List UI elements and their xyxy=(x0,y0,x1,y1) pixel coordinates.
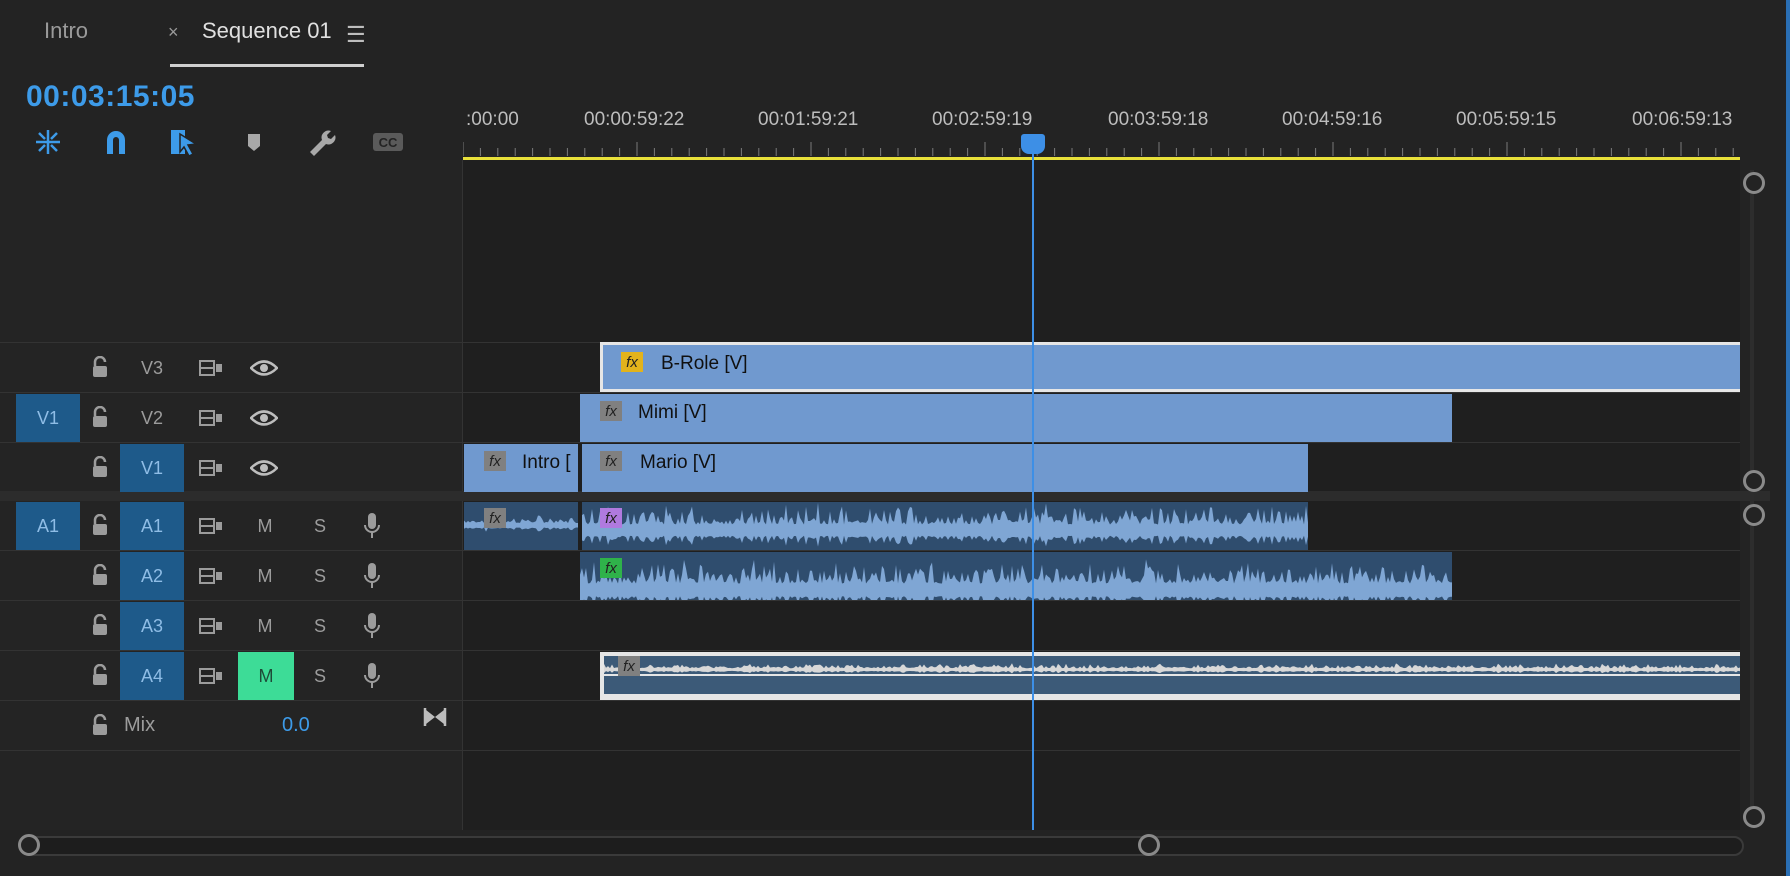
solo-button[interactable]: S xyxy=(300,552,340,600)
ruler-label: 00:04:59:16 xyxy=(1282,109,1383,130)
microphone-icon[interactable] xyxy=(358,610,386,642)
ruler-label: 00:03:59:18 xyxy=(1108,109,1209,130)
sync-lock-icon[interactable] xyxy=(196,514,226,538)
lock-icon[interactable] xyxy=(86,610,114,640)
track-v1-toggle[interactable]: V1 xyxy=(120,444,184,492)
video-scroll-top-handle[interactable] xyxy=(1743,172,1765,194)
lock-icon[interactable] xyxy=(86,660,114,690)
ruler-label: 00:06:59:13 xyxy=(1632,109,1733,130)
active-tab-indicator xyxy=(170,64,364,67)
eye-visibility-icon[interactable] xyxy=(248,406,280,430)
fx-badge-icon: fx xyxy=(600,558,622,578)
track-a2-toggle[interactable]: A2 xyxy=(120,552,184,600)
fx-badge-icon: fx xyxy=(600,451,622,471)
track-v3-toggle[interactable]: V3 xyxy=(120,344,184,392)
mix-label: Mix xyxy=(124,714,156,736)
clip-mario[interactable]: fx Mario [V] xyxy=(582,444,1308,492)
clip-label: Mimi [V] xyxy=(638,402,707,423)
ruler-label: 00:05:59:15 xyxy=(1456,109,1557,130)
mute-button[interactable]: M xyxy=(238,602,292,650)
fx-badge-icon: fx xyxy=(484,451,506,471)
tab-intro[interactable]: Intro xyxy=(44,18,88,44)
lock-icon[interactable] xyxy=(86,452,114,482)
clip-intro[interactable]: fx Intro [ xyxy=(464,444,578,492)
source-patch-v1[interactable]: V1 xyxy=(16,394,80,442)
solo-button[interactable]: S xyxy=(300,502,340,550)
add-marker-icon[interactable] xyxy=(238,126,270,158)
playhead-line[interactable] xyxy=(1032,140,1034,830)
eye-visibility-icon[interactable] xyxy=(248,356,280,380)
sync-lock-icon[interactable] xyxy=(196,406,226,430)
clip-label: Intro [ xyxy=(522,452,571,473)
sync-lock-icon[interactable] xyxy=(196,356,226,380)
mute-button[interactable]: M xyxy=(238,552,292,600)
solo-button[interactable]: S xyxy=(300,652,340,700)
clip-b-role[interactable]: fx B-Role [V] xyxy=(600,342,1740,392)
audio-clip-b-role[interactable]: fx xyxy=(600,652,1740,700)
audio-clip-mimi[interactable]: fx xyxy=(580,552,1452,600)
audio-scroll-top-handle[interactable] xyxy=(1743,504,1765,526)
mute-button[interactable]: M xyxy=(238,502,292,550)
linked-selection-icon[interactable] xyxy=(168,126,200,158)
microphone-icon[interactable] xyxy=(358,510,386,542)
lock-icon[interactable] xyxy=(86,510,114,540)
horizontal-scrollbar[interactable] xyxy=(20,836,1744,856)
sync-lock-icon[interactable] xyxy=(196,456,226,480)
fx-badge-icon: fx xyxy=(621,352,643,372)
track-v2-toggle[interactable]: V2 xyxy=(120,394,184,442)
insert-overwrite-icon[interactable] xyxy=(32,126,64,158)
clip-label: B-Role [V] xyxy=(661,353,748,374)
tab-sequence-01[interactable]: Sequence 01 xyxy=(202,18,332,44)
video-audio-divider[interactable] xyxy=(0,491,1770,501)
fx-badge-icon: fx xyxy=(600,401,622,421)
sync-lock-icon[interactable] xyxy=(196,564,226,588)
sync-lock-icon[interactable] xyxy=(196,614,226,638)
ruler-label: 00:00:59:22 xyxy=(584,109,685,130)
time-ruler[interactable] xyxy=(463,140,1740,158)
clip-label: Mario [V] xyxy=(640,452,717,473)
fx-badge-icon: fx xyxy=(484,508,506,528)
snap-magnet-icon[interactable] xyxy=(100,126,132,158)
video-scroll-bottom-handle[interactable] xyxy=(1743,470,1765,492)
panel-focus-edge xyxy=(1786,0,1790,876)
lock-icon[interactable] xyxy=(86,402,114,432)
playhead-handle[interactable] xyxy=(1021,134,1045,154)
mute-button-active[interactable]: M xyxy=(238,652,294,700)
zoom-right-handle[interactable] xyxy=(1138,834,1160,856)
mix-volume-value[interactable]: 0.0 xyxy=(282,714,310,737)
lock-icon[interactable] xyxy=(86,560,114,590)
zoom-left-handle[interactable] xyxy=(18,834,40,856)
audio-clip-mario[interactable]: fx xyxy=(582,502,1308,550)
clip-mimi[interactable]: fx Mimi [V] xyxy=(580,394,1452,442)
solo-button[interactable]: S xyxy=(300,602,340,650)
collapse-expand-icon[interactable] xyxy=(422,704,448,730)
vertical-scrollbar[interactable] xyxy=(1750,170,1754,820)
svg-text:CC: CC xyxy=(379,135,398,150)
close-tab-icon[interactable]: × xyxy=(168,22,179,43)
audio-clip-intro[interactable]: fx xyxy=(464,502,578,550)
panel-menu-icon[interactable]: ☰ xyxy=(346,22,366,48)
fx-badge-icon: fx xyxy=(600,508,622,528)
wrench-settings-icon[interactable] xyxy=(304,126,336,158)
ruler-label: 00:02:59:19 xyxy=(932,109,1033,130)
audio-scroll-bottom-handle[interactable] xyxy=(1743,806,1765,828)
track-a4-toggle[interactable]: A4 xyxy=(120,652,184,700)
track-a3-toggle[interactable]: A3 xyxy=(120,602,184,650)
ruler-label: :00:00 xyxy=(466,109,519,130)
sync-lock-icon[interactable] xyxy=(196,664,226,688)
captions-cc-icon[interactable]: CC xyxy=(372,126,404,158)
ruler-label: 00:01:59:21 xyxy=(758,109,859,130)
source-patch-a1[interactable]: A1 xyxy=(16,502,80,550)
track-a1-toggle[interactable]: A1 xyxy=(120,502,184,550)
microphone-icon[interactable] xyxy=(358,660,386,692)
microphone-icon[interactable] xyxy=(358,560,386,592)
lock-icon[interactable] xyxy=(86,710,114,740)
fx-badge-icon: fx xyxy=(618,656,640,676)
playhead-timecode[interactable]: 00:03:15:05 xyxy=(26,80,195,114)
eye-visibility-icon[interactable] xyxy=(248,456,280,480)
lock-icon[interactable] xyxy=(86,352,114,382)
